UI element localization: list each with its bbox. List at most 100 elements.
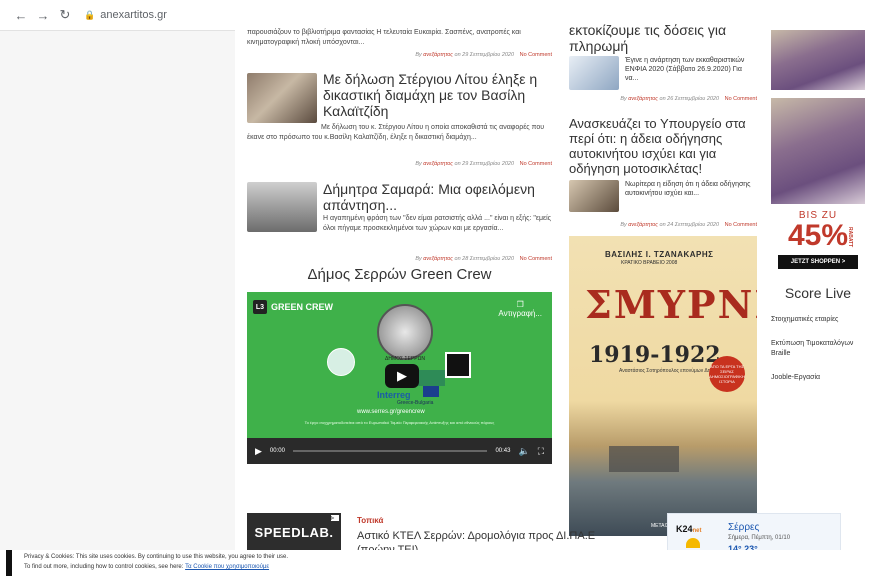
category-label[interactable]: Τοπικά: [357, 516, 383, 525]
book-advertisement[interactable]: ΒΑΣΙΛΗΣ Ι. ΤΖΑΝΑΚΑΡΗΣ ΚΡΑΤΙΚΟ ΒΡΑΒΕΙΟ 20…: [569, 236, 757, 536]
copy-icon: ❐: [516, 300, 524, 309]
meta-date: on 26 Σεπτεμβρίου 2020: [659, 96, 720, 102]
book-series-badge: ΑΠΟ ΤΑ ΕΡΓΑ ΤΗΣ ΣΕΙΡΑΣ ΔΗΜΟΣΙΟΓΡΑΦΙΚΗ ΙΣ…: [709, 356, 745, 392]
meta-date: on 29 Σεπτεμβρίου 2020: [454, 52, 515, 58]
fashion-ad-image[interactable]: [771, 98, 865, 204]
weather-widget[interactable]: K24net Σέρρες Σήμερα, Πέμπτη, 01/10 14° …: [667, 513, 841, 555]
post-meta: By ανεξάρτητος on 29 Σεπτεμβρίου 2020 No…: [247, 52, 552, 58]
cookie-notice-edge: [6, 550, 12, 576]
post-meta: By ανεξάρτητος on 24 Σεπτεμβρίου 2020 No…: [569, 222, 757, 228]
page-content: παρουσιάζουν το βιβλιοτήριμα φαντασίας Η…: [235, 22, 875, 556]
post-thumbnail[interactable]: [569, 180, 619, 212]
meta-author-link[interactable]: ανεξάρτητος: [628, 222, 658, 228]
meta-date: on 24 Σεπτεμβρίου 2020: [659, 222, 720, 228]
ad-discount: 45% RABATT: [771, 221, 865, 251]
video-fine-print: Το έργο συγχρηματοδοτείται από το Ευρωπα…: [304, 420, 495, 425]
post-excerpt: Η αγαπημένη φράση των "δεν είμαι ρατσιστ…: [323, 215, 552, 232]
video-controls: ▶ 00:00 00:43 🔈 ⛶: [247, 438, 552, 464]
program-name: Greece-Bulgaria: [397, 400, 434, 406]
play-button-icon[interactable]: ▶: [385, 364, 419, 388]
meta-date: on 29 Σεπτεμβρίου 2020: [454, 161, 515, 167]
meta-comments-link[interactable]: No Comment: [520, 161, 552, 167]
meta-comments-link[interactable]: No Comment: [520, 256, 552, 262]
meta-by: By: [415, 161, 422, 167]
post-title-link[interactable]: Ανασκευάζει το Υπουργείο στα περί ότι: η…: [569, 116, 757, 176]
video-site-url: www.serres.gr/greencrew: [357, 409, 425, 415]
meta-by: By: [620, 96, 627, 102]
meta-author-link[interactable]: ανεξάρτητος: [628, 96, 658, 102]
seal-caption: ΔΗΜΟΣ ΣΕΡΡΩΝ: [385, 356, 425, 362]
sidebar-link[interactable]: Στοιχηματικές εταιρίες: [771, 315, 865, 325]
sidebar-link[interactable]: Jooble-Εργασία: [771, 373, 865, 383]
address-text: anexartitos.gr: [100, 9, 167, 21]
municipality-seal-logo: [377, 304, 433, 360]
meta-by: By: [415, 256, 422, 262]
partner-logo: [445, 352, 471, 378]
weather-brand: K24net: [676, 524, 702, 534]
ad-rabatt: RABATT: [847, 227, 853, 248]
video-player[interactable]: L3 GREEN CREW ❐ Αντιγραφή... ΔΗΜΟΣ ΣΕΡΡΩ…: [247, 292, 552, 464]
post-title-link[interactable]: Δήμητρα Σαμαρά: Μια οφειλόμενη απάντηση.…: [323, 181, 551, 213]
channel-name: GREEN CREW: [271, 302, 334, 312]
post-excerpt: Νωρίτερα η είδηση ότι η άδεια οδήγησης α…: [625, 181, 751, 197]
speedlab-ad[interactable]: SPEEDLAB. ▷: [247, 513, 341, 551]
post-excerpt: Με δήλωση του κ. Στέργιου Λίτου η οποία …: [247, 124, 545, 141]
lock-icon: 🔒: [84, 9, 96, 20]
post-meta: By ανεξάρτητος on 28 Σεπτεμβρίου 2020 No…: [247, 256, 552, 262]
meta-author-link[interactable]: ανεξάρτητος: [423, 52, 453, 58]
post-thumbnail[interactable]: [247, 182, 317, 232]
harbor-ship-image: [609, 446, 679, 472]
partner-logo: [327, 348, 355, 376]
eu-flag-icon: [423, 386, 439, 397]
book-award: ΚΡΑΤΙΚΟ ΒΡΑΒΕΙΟ 2008: [621, 260, 678, 266]
cookie-text: To find out more, including how to contr…: [24, 564, 269, 570]
cookie-text: Privacy & Cookies: This site uses cookie…: [24, 554, 289, 560]
address-bar[interactable]: 🔒 anexartitos.gr: [84, 9, 167, 21]
post-title-link[interactable]: εκτοκίζουμε τις δόσεις για πληρωμή: [569, 22, 757, 54]
cookie-text-prefix: To find out more, including how to contr…: [24, 564, 184, 570]
cookie-notice: Privacy & Cookies: This site uses cookie…: [0, 550, 875, 576]
book-years: 1919-1922: [589, 342, 721, 368]
sun-icon: [686, 538, 700, 548]
post-thumbnail[interactable]: [569, 56, 619, 90]
fashion-ad-image[interactable]: [771, 30, 865, 90]
back-arrow-icon[interactable]: ←: [12, 6, 30, 24]
meta-author-link[interactable]: ανεξάρτητος: [423, 161, 453, 167]
meta-author-link[interactable]: ανεξάρτητος: [423, 256, 453, 262]
weather-date: Σήμερα, Πέμπτη, 01/10: [728, 535, 791, 541]
copy-link-button[interactable]: ❐ Αντιγραφή...: [498, 300, 542, 318]
sidebar-link[interactable]: Εκτύπωση Τιμοκαταλόγων Braille: [771, 339, 865, 359]
copy-label: Αντιγραφή...: [498, 309, 542, 318]
forward-arrow-icon[interactable]: →: [34, 6, 52, 24]
play-icon[interactable]: ▶: [255, 446, 262, 457]
meta-by: By: [620, 222, 627, 228]
progress-bar[interactable]: [292, 450, 488, 452]
reload-icon[interactable]: ↻: [56, 6, 74, 24]
meta-comments-link[interactable]: No Comment: [520, 52, 552, 58]
interreg-logo-text: Interreg: [377, 390, 411, 400]
post-excerpt: παρουσιάζουν το βιβλιοτήριμα φαντασίας Η…: [247, 29, 521, 46]
post-title-link[interactable]: Έγινε η ανάρτηση των εκκαθαριστικών ΕΝΦΙ…: [625, 56, 757, 83]
brand-name: K24: [676, 524, 693, 534]
post-thumbnail[interactable]: [247, 73, 317, 123]
cookie-policy-link[interactable]: Τα Cookie που χρησιμοποιούμε: [185, 564, 269, 570]
post-meta: By ανεξάρτητος on 26 Σεπτεμβρίου 2020 No…: [569, 96, 757, 102]
section-heading: Δήμος Σερρών Green Crew: [307, 266, 492, 283]
ad-choices-icon[interactable]: ▷: [331, 515, 339, 521]
fullscreen-icon[interactable]: ⛶: [538, 446, 544, 457]
meta-comments-link[interactable]: No Comment: [725, 222, 757, 228]
meta-by: By: [415, 52, 422, 58]
shop-now-button[interactable]: JETZT SHOPPEN >: [778, 255, 858, 269]
book-author: ΒΑΣΙΛΗΣ Ι. ΤΖΑΝΑΚΑΡΗΣ: [605, 250, 714, 259]
score-live-heading: Score Live: [784, 285, 852, 301]
brand-suffix: net: [692, 528, 702, 534]
weather-city: Σέρρες: [728, 522, 760, 533]
post-meta: By ανεξάρτητος on 29 Σεπτεμβρίου 2020 No…: [247, 161, 552, 167]
post-title-link[interactable]: Με δήλωση Στέργιου Λίτου έληξε η δικαστι…: [323, 71, 551, 119]
time-current: 00:00: [269, 448, 285, 454]
volume-icon[interactable]: 🔈: [518, 446, 529, 457]
video-channel[interactable]: L3 GREEN CREW: [253, 300, 333, 314]
meta-date: on 28 Σεπτεμβρίου 2020: [454, 256, 515, 262]
meta-comments-link[interactable]: No Comment: [725, 96, 757, 102]
speedlab-logo: SPEEDLAB.: [254, 524, 334, 540]
